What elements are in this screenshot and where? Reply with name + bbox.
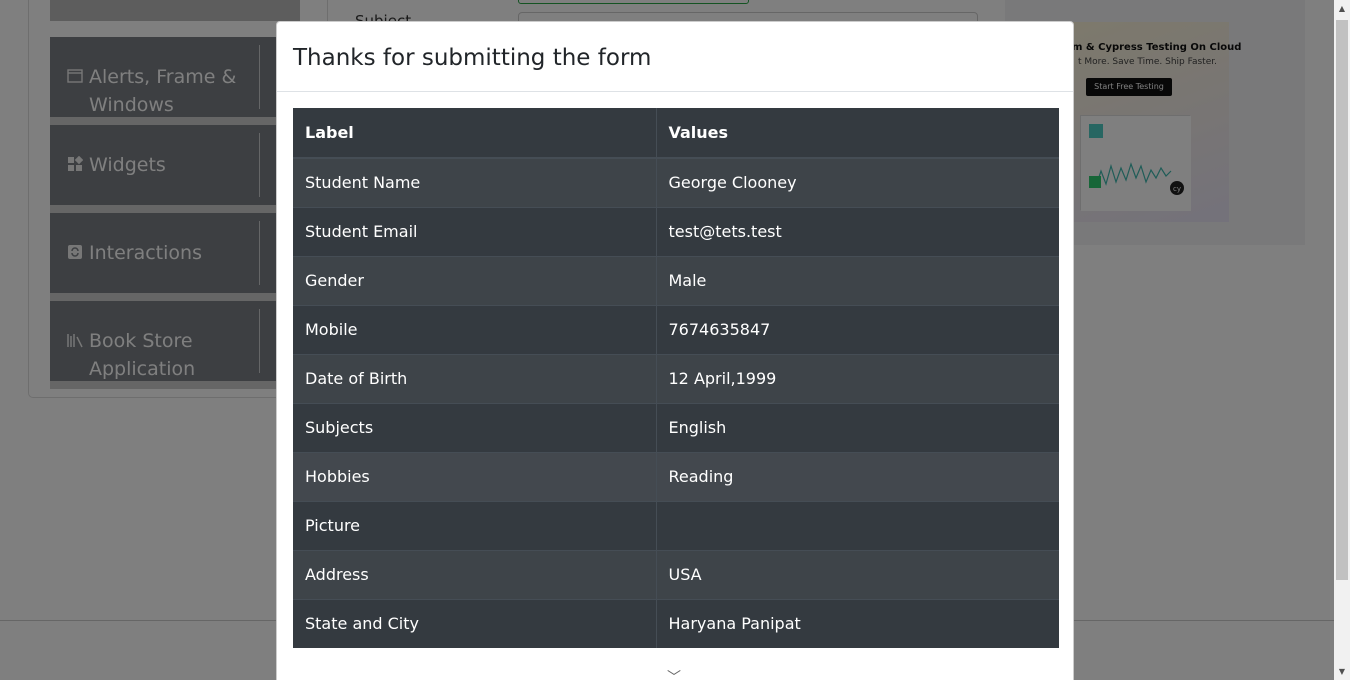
row-value: 7674635847 xyxy=(656,304,1059,354)
row-label: State and City xyxy=(293,598,657,648)
table-row: Student Name George Clooney xyxy=(293,157,1059,207)
row-label: Student Name xyxy=(293,157,657,207)
scroll-up-arrow-icon[interactable]: ▲ xyxy=(1334,0,1350,17)
scrollbar-thumb[interactable] xyxy=(1336,20,1348,580)
row-value: Male xyxy=(656,255,1059,305)
table-row: State and City Haryana Panipat xyxy=(293,598,1059,648)
results-table: Label Values Student Name George Clooney … xyxy=(293,108,1059,648)
header-values: Values xyxy=(656,108,1059,159)
page-scrollbar[interactable]: ▲ ▼ xyxy=(1334,0,1350,680)
row-value: 12 April,1999 xyxy=(656,353,1059,403)
table-row: Address USA xyxy=(293,549,1059,599)
table-row: Student Email test@tets.test xyxy=(293,206,1059,256)
modal-header: Thanks for submitting the form xyxy=(277,22,1073,92)
row-label: Student Email xyxy=(293,206,657,256)
row-label: Address xyxy=(293,549,657,599)
submission-modal: Thanks for submitting the form Label Val… xyxy=(276,21,1074,680)
chevron-down-icon: ﹀ xyxy=(667,670,681,680)
table-row: Hobbies Reading xyxy=(293,451,1059,501)
row-value: English xyxy=(656,402,1059,452)
header-label: Label xyxy=(293,108,657,159)
table-row: Gender Male xyxy=(293,255,1059,305)
row-label: Mobile xyxy=(293,304,657,354)
table-header-row: Label Values xyxy=(293,108,1059,159)
row-label: Subjects xyxy=(293,402,657,452)
modal-title: Thanks for submitting the form xyxy=(293,45,652,71)
table-row: Date of Birth 12 April,1999 xyxy=(293,353,1059,403)
row-value: George Clooney xyxy=(656,157,1059,207)
table-row: Mobile 7674635847 xyxy=(293,304,1059,354)
scroll-down-arrow-icon[interactable]: ▼ xyxy=(1334,663,1350,680)
row-value xyxy=(656,500,1059,550)
row-label: Gender xyxy=(293,255,657,305)
row-value: Haryana Panipat xyxy=(656,598,1059,648)
row-label: Picture xyxy=(293,500,657,550)
modal-body: Label Values Student Name George Clooney … xyxy=(277,92,1073,648)
row-label: Hobbies xyxy=(293,451,657,501)
table-row: Subjects English xyxy=(293,402,1059,452)
row-value: test@tets.test xyxy=(656,206,1059,256)
row-value: Reading xyxy=(656,451,1059,501)
row-label: Date of Birth xyxy=(293,353,657,403)
table-row: Picture xyxy=(293,500,1059,550)
row-value: USA xyxy=(656,549,1059,599)
